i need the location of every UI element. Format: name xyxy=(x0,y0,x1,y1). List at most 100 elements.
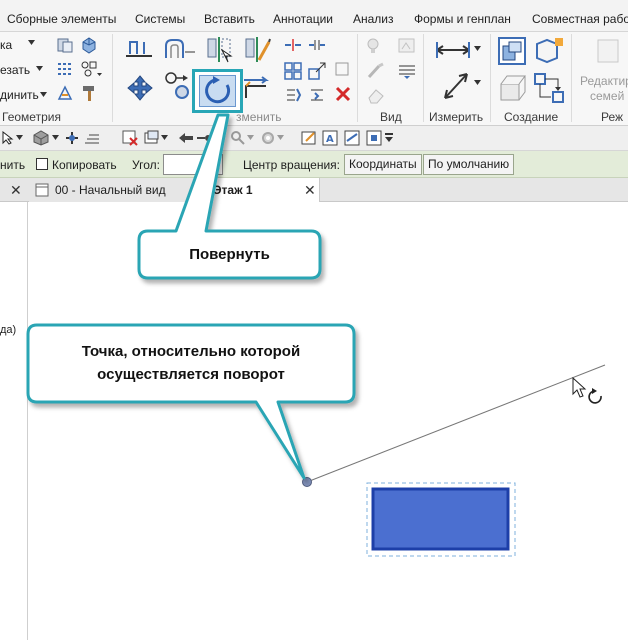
unpin-icon[interactable] xyxy=(308,86,326,104)
close-icon[interactable]: ✕ xyxy=(304,178,316,202)
move-icon[interactable] xyxy=(126,74,154,102)
create-assembly-icon[interactable] xyxy=(497,36,529,66)
dropdown-arrow-icon[interactable] xyxy=(16,135,23,140)
eraser-icon[interactable] xyxy=(366,86,388,104)
tab-annotate[interactable]: Аннотации xyxy=(273,12,333,26)
openings-icon[interactable] xyxy=(366,130,382,146)
dropdown-arrow-icon[interactable] xyxy=(161,135,168,140)
dropdown-arrow-icon[interactable] xyxy=(52,135,59,140)
drawing-canvas[interactable] xyxy=(29,202,628,640)
edit-family-icon[interactable] xyxy=(596,38,620,64)
array-icon[interactable] xyxy=(284,62,302,80)
paint-icon[interactable] xyxy=(56,84,74,102)
view-tab-bar: ✕ 00 - Начальный вид Этаж 1 ✕ xyxy=(0,178,628,203)
browser-item-text[interactable]: да) xyxy=(0,324,16,336)
tab-systems[interactable]: Системы xyxy=(135,12,185,26)
3d-view-icon[interactable] xyxy=(32,130,50,146)
angle-input[interactable] xyxy=(163,154,223,175)
create-similar-icon[interactable] xyxy=(533,72,567,104)
split-element-icon[interactable] xyxy=(284,37,302,53)
select-links-arrow-icon[interactable] xyxy=(2,131,14,145)
options-disjoin-label[interactable]: нить xyxy=(0,158,25,172)
view-tab-floor1[interactable]: Этаж 1 ✕ xyxy=(201,178,320,203)
ribbon-cope-label[interactable]: ка xyxy=(0,38,12,52)
coordinates-button[interactable]: Координаты xyxy=(344,154,422,175)
ribbon-separator xyxy=(112,34,113,122)
dropdown-arrow-icon[interactable] xyxy=(474,46,481,51)
ribbon-join-label[interactable]: динить xyxy=(0,88,39,102)
measure-dot-icon[interactable] xyxy=(196,131,212,145)
mirror-draw-axis-icon[interactable] xyxy=(243,36,271,64)
create-parts-icon[interactable] xyxy=(533,36,567,66)
tag-arrow-icon[interactable] xyxy=(178,131,194,145)
mirror-pick-axis-icon[interactable] xyxy=(205,36,233,64)
gear-icon[interactable] xyxy=(260,130,276,146)
paste-geometry-icon[interactable] xyxy=(56,36,74,54)
split-face-icon[interactable] xyxy=(56,60,74,78)
view-tab-label: 00 - Начальный вид xyxy=(55,183,166,197)
panel-label-view: Вид xyxy=(380,110,402,124)
tab-precast[interactable]: Сборные элементы xyxy=(7,12,116,26)
demolish-hammer-icon[interactable] xyxy=(80,84,98,102)
edit-family-label[interactable]: Редактир xyxy=(580,74,628,88)
switch-windows-icon[interactable] xyxy=(144,130,160,146)
project-browser: да) xyxy=(0,202,28,640)
view-tab-label: Этаж 1 xyxy=(213,183,253,197)
ribbon-separator xyxy=(423,34,424,122)
tab-massing-site[interactable]: Формы и генплан xyxy=(414,12,511,26)
revit-window: Сборные элементы Системы Вставить Аннота… xyxy=(0,0,628,640)
close-hidden-icon[interactable] xyxy=(122,130,138,146)
pin-icon[interactable] xyxy=(284,86,302,104)
panel-label-measure: Измерить xyxy=(429,110,484,124)
delete-small-icon[interactable] xyxy=(335,62,349,76)
svg-text:A: A xyxy=(326,134,334,145)
cube-join-icon[interactable] xyxy=(80,36,98,54)
default-button[interactable]: По умолчанию xyxy=(423,154,515,175)
tab-analyze[interactable]: Анализ xyxy=(353,12,394,26)
override-graphics-icon[interactable] xyxy=(397,37,419,55)
dropdown-arrow-icon[interactable] xyxy=(28,40,35,45)
linework-brush-icon[interactable] xyxy=(366,62,388,80)
measure-between-icon[interactable] xyxy=(441,70,471,102)
dropdown-arrow-icon[interactable] xyxy=(474,80,481,85)
thin-lines-icon[interactable] xyxy=(84,132,100,144)
delete-icon[interactable] xyxy=(335,86,351,102)
rotate-tool-highlight[interactable] xyxy=(192,69,243,113)
panel-label-mode: Реж xyxy=(601,110,624,124)
copy-checkbox[interactable] xyxy=(36,158,48,170)
dropdown-arrow-icon[interactable] xyxy=(277,135,284,140)
section-icon[interactable] xyxy=(64,131,80,145)
ribbon-separator xyxy=(571,34,572,122)
split-with-gap-icon[interactable] xyxy=(308,37,326,53)
tab-collaborate[interactable]: Совместная рабо xyxy=(532,12,628,26)
rotate-callout-text: Повернуть xyxy=(189,246,270,263)
close-icon[interactable]: ✕ xyxy=(10,178,22,202)
view-tab-start[interactable]: 00 - Начальный вид xyxy=(29,178,201,202)
edit-family-label-2[interactable]: семей xyxy=(590,89,624,103)
dropdown-arrow-icon[interactable] xyxy=(40,92,47,97)
angle-label: Угол: xyxy=(132,158,160,172)
customize-toolbar-icon[interactable] xyxy=(384,133,394,143)
aligned-dimension-icon[interactable] xyxy=(434,40,474,60)
text-annotation-icon[interactable]: A xyxy=(322,130,338,146)
copy-icon[interactable] xyxy=(164,70,194,100)
align-icon[interactable] xyxy=(124,36,154,62)
wall-joins-icon[interactable] xyxy=(80,60,102,78)
linework-lines-icon[interactable] xyxy=(397,62,419,80)
search-icon[interactable] xyxy=(230,130,246,146)
linework-icon[interactable] xyxy=(344,130,360,146)
create-group-icon[interactable] xyxy=(497,72,531,104)
ribbon-cut-label[interactable]: езать xyxy=(0,63,30,77)
scale-icon[interactable] xyxy=(308,62,326,80)
quick-access-toolbar: A xyxy=(0,126,628,151)
hide-bulb-icon[interactable] xyxy=(366,37,388,55)
trim-extend-icon[interactable] xyxy=(240,72,270,102)
copy-label: Копировать xyxy=(52,158,117,172)
rotate-icon[interactable] xyxy=(203,76,233,106)
edit-sketch-icon[interactable] xyxy=(300,129,318,147)
panel-label-geometry: Геометрия xyxy=(2,110,61,124)
tab-insert[interactable]: Вставить xyxy=(204,12,255,26)
offset-icon[interactable] xyxy=(163,36,197,62)
dropdown-arrow-icon[interactable] xyxy=(247,135,254,140)
dropdown-arrow-icon[interactable] xyxy=(36,66,43,71)
